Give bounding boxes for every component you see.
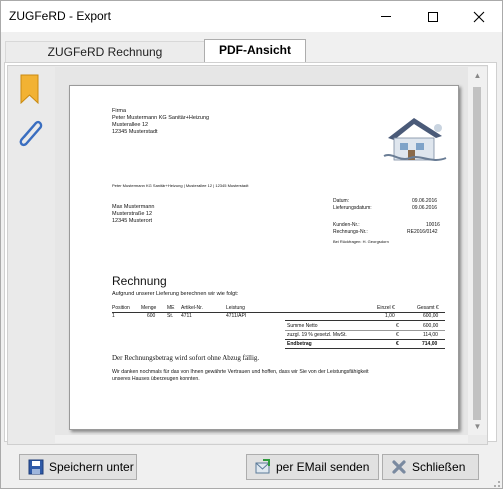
tab-bar: ZUGFeRD Rechnung PDF-Ansicht: [1, 32, 502, 63]
tab-label: PDF-Ansicht: [219, 43, 291, 57]
total-currency: €: [396, 323, 399, 329]
title-bar: ZUGFeRD - Export: [1, 1, 502, 32]
send-email-button[interactable]: per EMail senden: [246, 454, 379, 480]
item-pos: 1: [112, 313, 115, 319]
export-window: ZUGFeRD - Export ZUGFeRD Rechnung PDF-An…: [0, 0, 503, 489]
email-send-icon: [255, 459, 270, 474]
table-divider: [285, 348, 445, 349]
table-divider: [285, 320, 445, 321]
bookmark-icon[interactable]: [20, 74, 39, 104]
meta-label: Datum:: [333, 198, 350, 204]
recipient-city: 12345 Musterort: [112, 218, 153, 224]
maximize-button[interactable]: [410, 1, 456, 32]
item-qty: 600: [147, 313, 156, 319]
minimize-button[interactable]: [363, 1, 409, 32]
close-button[interactable]: Schließen: [382, 454, 479, 480]
item-total: 600,00: [423, 313, 439, 319]
paperclip-icon[interactable]: [14, 117, 46, 151]
column-header: Artikel-Nr.: [181, 305, 203, 311]
tab-zugferd-rechnung[interactable]: ZUGFeRD Rechnung: [5, 41, 205, 63]
table-divider: [112, 312, 445, 313]
floppy-disk-icon: [28, 459, 44, 475]
column-header: Position: [112, 305, 130, 311]
closing-text: Wir danken nochmals für das von Ihnen ge…: [112, 369, 369, 375]
grand-total-value: 714,00: [422, 341, 438, 347]
send-email-label: per EMail senden: [276, 460, 370, 474]
scroll-thumb[interactable]: [473, 87, 481, 420]
meta-value: 09.06.2016: [412, 198, 438, 204]
column-header: Einzel €: [377, 305, 395, 311]
column-header: Gesamt €: [417, 305, 439, 311]
sender-street: Musterallee 12: [112, 122, 149, 128]
viewer-sidebar: [7, 65, 53, 445]
closing-text: unseres Hauses überzeugen konnten.: [112, 376, 200, 382]
column-header: Leistung: [226, 305, 245, 311]
horizontal-scrollbar[interactable]: [55, 435, 468, 443]
total-value: 114,00: [423, 332, 438, 338]
vertical-scrollbar[interactable]: ▲ ▼: [468, 67, 487, 435]
meta-label: Rechnungs-Nr.:: [333, 229, 368, 235]
sender-name: Peter Mustermann KG Sanitär+Heizung: [112, 115, 210, 121]
save-as-button[interactable]: Speichern unter: [19, 454, 137, 480]
maximize-icon: [428, 11, 438, 22]
tab-pdf-ansicht[interactable]: PDF-Ansicht: [204, 39, 306, 63]
invoice-heading: Rechnung: [112, 274, 167, 288]
meta-label: Lieferungsdatum:: [333, 205, 372, 211]
contact-note: Bei Rückfragen: H. Georgsdorn: [333, 239, 389, 244]
resize-grip-icon[interactable]: [491, 478, 501, 488]
table-divider: [285, 339, 445, 340]
sender-city: 12345 Musterstadt: [112, 129, 158, 135]
recipient-name: Max Mustermann: [112, 204, 155, 210]
scroll-down-icon[interactable]: ▼: [468, 418, 487, 435]
item-unit-price: 1,00: [385, 313, 395, 319]
total-label: Summe Netto: [287, 323, 318, 329]
grand-total-currency: €: [396, 341, 399, 347]
pdf-page-area[interactable]: Firma Peter Mustermann KG Sanitär+Heizun…: [55, 67, 468, 437]
sender-return-line: Peter Mustermann KG Sanitär+Heizung | Mu…: [112, 183, 249, 188]
total-currency: €: [396, 332, 399, 338]
column-header: ME: [167, 305, 175, 311]
total-label: zuzgl. 19 % gesetzl. MwSt.: [287, 332, 347, 338]
total-value: 600,00: [423, 323, 439, 329]
tab-label: ZUGFeRD Rechnung: [47, 45, 163, 59]
table-divider: [285, 330, 445, 331]
recipient-street: Musterstraße 12: [112, 211, 153, 217]
meta-label: Kunden-Nr.:: [333, 222, 360, 228]
close-window-button[interactable]: [456, 1, 502, 32]
close-x-icon: [392, 460, 406, 474]
column-header: Menge: [141, 305, 157, 311]
item-article: 4711: [181, 313, 192, 319]
window-title: ZUGFeRD - Export: [9, 9, 112, 23]
grand-total-label: Endbetrag: [287, 341, 312, 347]
meta-value: 10016: [426, 222, 440, 228]
house-logo-image: [383, 118, 447, 161]
meta-value: RE2016/0142: [407, 229, 438, 235]
payment-terms: Der Rechnungsbetrag wird sofort ohne Abz…: [112, 354, 260, 362]
pdf-page: Firma Peter Mustermann KG Sanitär+Heizun…: [69, 85, 459, 430]
close-label: Schließen: [412, 460, 466, 474]
close-icon: [473, 11, 485, 22]
minimize-icon: [381, 16, 391, 17]
save-as-label: Speichern unter: [49, 460, 134, 474]
scroll-up-icon[interactable]: ▲: [468, 67, 487, 84]
item-description: 4711/API: [226, 313, 247, 319]
invoice-intro: Aufgrund unserer Lieferung berechnen wir…: [112, 291, 239, 297]
sender-company: Firma: [112, 108, 127, 114]
item-unit: St.: [167, 313, 174, 319]
meta-value: 09.06.2016: [412, 205, 438, 211]
